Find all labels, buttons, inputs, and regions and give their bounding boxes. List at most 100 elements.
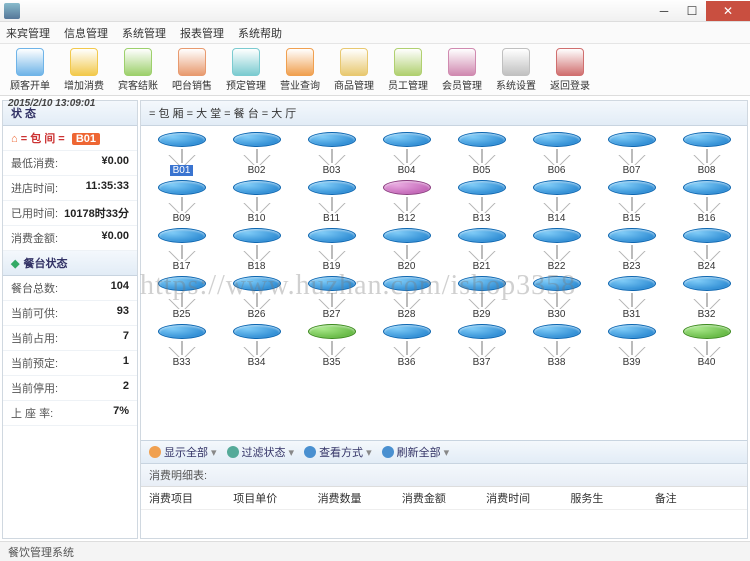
table-B11[interactable]: B11 <box>299 180 364 224</box>
table-icon <box>233 276 281 291</box>
table-B10[interactable]: B10 <box>224 180 289 224</box>
col-header[interactable]: 消费金额 <box>402 490 486 506</box>
toolbar-营业查询[interactable]: 营业查询 <box>276 48 324 92</box>
table-legs-icon <box>691 243 723 261</box>
table-B33[interactable]: B33 <box>149 324 214 368</box>
toolbar-返回登录[interactable]: 返回登录 <box>546 48 594 92</box>
table-legs-icon <box>241 147 273 165</box>
table-B08[interactable]: B08 <box>674 132 739 176</box>
menu-item[interactable]: 来宾管理 <box>6 25 50 41</box>
area-tabs[interactable]: = 包 厢 = 大 堂 = 餐 台 = 大 厅 <box>141 101 747 126</box>
table-B35[interactable]: B35 <box>299 324 364 368</box>
table-B38[interactable]: B38 <box>524 324 589 368</box>
toolbar-商品管理[interactable]: 商品管理 <box>330 48 378 92</box>
col-header[interactable]: 服务生 <box>570 490 654 506</box>
table-B09[interactable]: B09 <box>149 180 214 224</box>
table-B22[interactable]: B22 <box>524 228 589 272</box>
col-header[interactable]: 消费项目 <box>149 490 233 506</box>
table-B01[interactable]: B01 <box>149 132 214 176</box>
table-label: B28 <box>395 309 419 320</box>
table-B40[interactable]: B40 <box>674 324 739 368</box>
row-value: 2 <box>123 380 129 396</box>
maximize-button[interactable]: ☐ <box>678 1 706 21</box>
menu-item[interactable]: 信息管理 <box>64 25 108 41</box>
col-header[interactable]: 消费数量 <box>318 490 402 506</box>
table-B24[interactable]: B24 <box>674 228 739 272</box>
row-label: 上 座 率: <box>11 405 53 421</box>
toolbar-顾客开单[interactable]: 顾客开单 <box>6 48 54 92</box>
toolbar-增加消费[interactable]: 增加消费 <box>60 48 108 92</box>
table-B30[interactable]: B30 <box>524 276 589 320</box>
table-B29[interactable]: B29 <box>449 276 514 320</box>
filter-显示全部[interactable]: 显示全部▾ <box>149 444 217 460</box>
row-value: 104 <box>111 280 129 296</box>
side-row: 当前预定:1 <box>3 351 137 376</box>
dropdown-icon: ▾ <box>211 446 217 459</box>
table-B21[interactable]: B21 <box>449 228 514 272</box>
table-B17[interactable]: B17 <box>149 228 214 272</box>
menu-item[interactable]: 报表管理 <box>180 25 224 41</box>
table-B02[interactable]: B02 <box>224 132 289 176</box>
filter-刷新全部[interactable]: 刷新全部▾ <box>382 444 450 460</box>
table-B34[interactable]: B34 <box>224 324 289 368</box>
col-header[interactable]: 项目单价 <box>233 490 317 506</box>
menu-item[interactable]: 系统帮助 <box>238 25 282 41</box>
table-B18[interactable]: B18 <box>224 228 289 272</box>
table-B37[interactable]: B37 <box>449 324 514 368</box>
table-label: B08 <box>695 165 719 176</box>
toolbar-宾客结账[interactable]: 宾客结账 <box>114 48 162 92</box>
toolbar-icon <box>70 48 98 76</box>
table-B28[interactable]: B28 <box>374 276 439 320</box>
table-B07[interactable]: B07 <box>599 132 664 176</box>
table-icon <box>608 228 656 243</box>
toolbar-系统设置[interactable]: 系统设置 <box>492 48 540 92</box>
table-label: B37 <box>470 357 494 368</box>
filter-icon <box>382 446 394 458</box>
col-header[interactable]: 备注 <box>655 490 739 506</box>
toolbar-label: 顾客开单 <box>10 77 50 92</box>
table-icon <box>608 324 656 339</box>
table-B27[interactable]: B27 <box>299 276 364 320</box>
detail-columns: 消费项目项目单价消费数量消费金额消费时间服务生备注 <box>141 487 747 510</box>
table-legs-icon <box>616 243 648 261</box>
filter-过滤状态[interactable]: 过滤状态▾ <box>227 444 295 460</box>
table-B31[interactable]: B31 <box>599 276 664 320</box>
menu-item[interactable]: 系统管理 <box>122 25 166 41</box>
table-B25[interactable]: B25 <box>149 276 214 320</box>
table-label: B31 <box>620 309 644 320</box>
toolbar-员工管理[interactable]: 员工管理 <box>384 48 432 92</box>
minimize-button[interactable]: ─ <box>650 1 678 21</box>
close-button[interactable]: ✕ <box>706 1 750 21</box>
toolbar-会员管理[interactable]: 会员管理 <box>438 48 486 92</box>
toolbar: 顾客开单增加消费宾客结账吧台销售预定管理营业查询商品管理员工管理会员管理系统设置… <box>0 44 750 96</box>
col-header[interactable]: 消费时间 <box>486 490 570 506</box>
table-label: B34 <box>245 357 269 368</box>
table-B14[interactable]: B14 <box>524 180 589 224</box>
table-B36[interactable]: B36 <box>374 324 439 368</box>
side-row: 当前占用:7 <box>3 326 137 351</box>
toolbar-吧台销售[interactable]: 吧台销售 <box>168 48 216 92</box>
table-B39[interactable]: B39 <box>599 324 664 368</box>
table-B15[interactable]: B15 <box>599 180 664 224</box>
table-B06[interactable]: B06 <box>524 132 589 176</box>
table-B23[interactable]: B23 <box>599 228 664 272</box>
table-B19[interactable]: B19 <box>299 228 364 272</box>
table-legs-icon <box>391 243 423 261</box>
table-B16[interactable]: B16 <box>674 180 739 224</box>
table-B13[interactable]: B13 <box>449 180 514 224</box>
filter-查看方式[interactable]: 查看方式▾ <box>304 444 372 460</box>
dropdown-icon: ▾ <box>444 446 450 459</box>
table-B32[interactable]: B32 <box>674 276 739 320</box>
table-legs-icon <box>316 243 348 261</box>
table-B05[interactable]: B05 <box>449 132 514 176</box>
toolbar-预定管理[interactable]: 预定管理 <box>222 48 270 92</box>
table-icon <box>158 276 206 291</box>
table-label: B10 <box>245 213 269 224</box>
table-B26[interactable]: B26 <box>224 276 289 320</box>
table-icon <box>308 276 356 291</box>
table-B20[interactable]: B20 <box>374 228 439 272</box>
table-B12[interactable]: B12 <box>374 180 439 224</box>
table-icon <box>383 324 431 339</box>
table-B04[interactable]: B04 <box>374 132 439 176</box>
table-B03[interactable]: B03 <box>299 132 364 176</box>
